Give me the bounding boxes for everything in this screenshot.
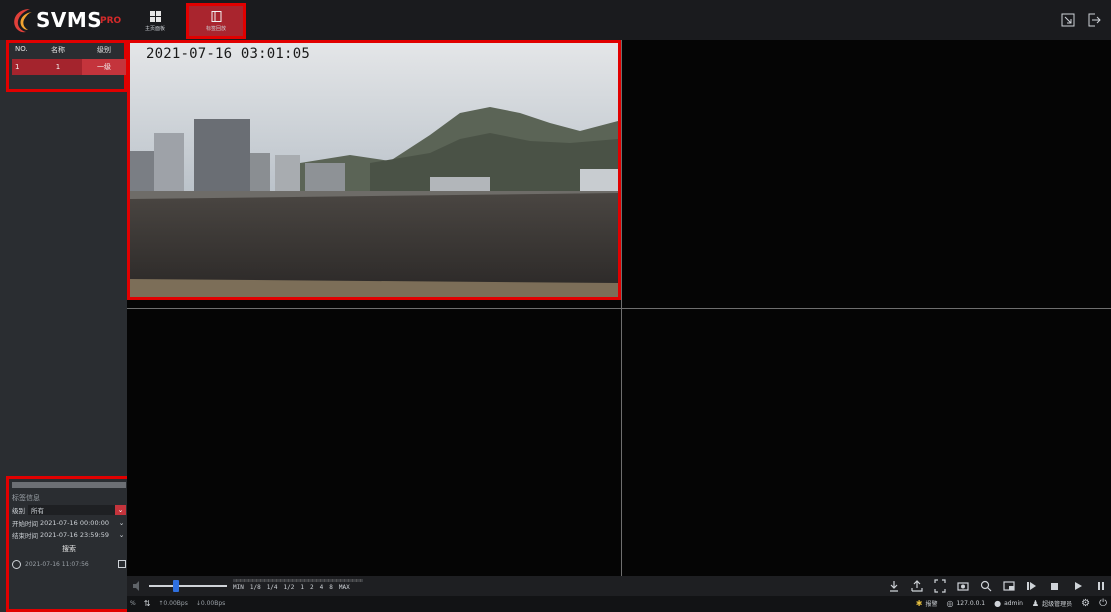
download-rate: ↓0.00Bps xyxy=(195,600,226,607)
status-bar: % ⇅ ↑0.00Bps ↓0.00Bps ✱ 报警 ◎ 127.0.0.1 ●… xyxy=(127,596,1111,612)
filter-title: 标签信息 xyxy=(12,494,40,502)
speed-selector[interactable]: MIN 1/8 1/4 1/2 1 2 4 8 MAX xyxy=(233,579,363,593)
volume-icon[interactable] xyxy=(132,580,144,592)
status-right: ✱ 报警 ◎ 127.0.0.1 ● admin ♟ 超级管理员 ⚙ ⏻ xyxy=(916,598,1107,609)
nav-main-label: 主页面板 xyxy=(144,26,165,32)
user-status: ● admin xyxy=(994,599,1023,608)
role-status: ♟ 超级管理员 xyxy=(1032,599,1072,608)
level-label: 级别 xyxy=(12,507,25,515)
end-time-row: 结束时间 2021-07-16 23:59:59 ⌄ xyxy=(12,530,126,540)
chevron-down-icon[interactable]: ⌄ xyxy=(117,518,126,528)
playback-controls: MIN 1/8 1/4 1/2 1 2 4 8 MAX xyxy=(127,576,1111,596)
chevron-down-icon[interactable]: ⌄ xyxy=(117,530,126,540)
logo-text: SVMS xyxy=(36,8,103,32)
row-name: 1 xyxy=(55,63,61,71)
speed-8[interactable]: 8 xyxy=(329,584,333,591)
chevron-down-icon[interactable]: ⌄ xyxy=(115,505,126,515)
tag-filter-panel: 标签信息 级别 所有 ⌄ 开始时间 2021-07-16 00:00:00 ⌄ … xyxy=(6,476,132,612)
start-time-field[interactable]: 2021-07-16 00:00:00 xyxy=(39,518,117,528)
speed-bar[interactable] xyxy=(233,579,363,582)
settings-gear-icon[interactable]: ⚙ xyxy=(1081,598,1090,609)
stop-icon[interactable] xyxy=(1049,579,1061,593)
logo-swirl-icon xyxy=(14,9,32,33)
step-forward-icon[interactable] xyxy=(1026,579,1038,593)
alarm-icon: ✱ xyxy=(915,599,923,608)
camera-feed-image xyxy=(130,43,618,297)
speed-1-8[interactable]: 1/8 xyxy=(250,584,261,591)
tag-list-header: NO. 名称 级别 xyxy=(12,45,126,59)
search-button[interactable]: 搜索 xyxy=(12,543,126,555)
playback-buttons xyxy=(888,579,1107,593)
video-tile-4[interactable] xyxy=(622,309,1111,576)
role-icon: ♟ xyxy=(1031,599,1040,608)
upload-rate: ↑0.00Bps xyxy=(158,600,188,607)
tag-book-icon xyxy=(211,10,221,22)
pause-icon[interactable] xyxy=(1095,579,1107,593)
server-icon: ◎ xyxy=(946,599,954,608)
user-role: 超级管理员 xyxy=(1042,601,1073,608)
logo-suffix: PRO xyxy=(100,16,122,26)
speed-max[interactable]: MAX xyxy=(339,584,350,591)
logout-icon[interactable] xyxy=(1087,13,1101,27)
nav-tag-playback[interactable]: 标签回放 xyxy=(186,3,246,39)
download-icon[interactable] xyxy=(888,579,900,593)
col-level-header[interactable]: 级别 xyxy=(82,45,126,59)
level-filter-row: 级别 所有 ⌄ xyxy=(12,505,126,515)
video-tile-3[interactable] xyxy=(127,309,621,576)
current-time-row: 2021-07-16 11:07:56 xyxy=(12,558,126,570)
row-no: 1 xyxy=(15,63,20,71)
speed-1-4[interactable]: 1/4 xyxy=(267,584,278,591)
start-time-label: 开始时间 xyxy=(12,520,38,528)
end-time-label: 结束时间 xyxy=(12,532,38,540)
speed-2[interactable]: 2 xyxy=(310,584,314,591)
table-row[interactable]: 1 1 一级 xyxy=(12,59,126,75)
calendar-icon[interactable] xyxy=(118,560,126,568)
window-icon[interactable] xyxy=(1003,579,1015,593)
power-icon[interactable]: ⏻ xyxy=(1099,598,1107,609)
status-percent: % xyxy=(130,600,136,607)
video-tile-2[interactable] xyxy=(622,40,1111,308)
video-timestamp: 2021-07-16 03:01:05 xyxy=(146,46,310,62)
video-grid: 2021-07-16 03:01:05 xyxy=(127,40,1111,576)
current-time: 2021-07-16 11:07:56 xyxy=(25,560,89,568)
alarm-status[interactable]: ✱ 报警 xyxy=(916,599,938,608)
zoom-icon[interactable] xyxy=(980,579,992,593)
alarm-label: 报警 xyxy=(925,601,938,608)
nav-tag-label: 标签回放 xyxy=(205,25,226,32)
fullscreen-icon[interactable] xyxy=(934,579,946,593)
speed-1[interactable]: 1 xyxy=(300,584,304,591)
tag-list: NO. 名称 级别 1 1 一级 xyxy=(6,40,127,92)
speed-1-2[interactable]: 1/2 xyxy=(284,584,295,591)
status-left: % ⇅ ↑0.00Bps ↓0.00Bps xyxy=(130,599,225,608)
window-restore-icon[interactable] xyxy=(1061,13,1075,27)
speed-4[interactable]: 4 xyxy=(320,584,324,591)
user-icon: ● xyxy=(994,599,1002,608)
server-status: ◎ 127.0.0.1 xyxy=(947,599,986,608)
snapshot-icon[interactable] xyxy=(957,579,969,593)
row-level: 一级 xyxy=(82,59,126,75)
server-ip: 127.0.0.1 xyxy=(956,600,986,607)
app-logo: SVMS PRO xyxy=(10,6,135,34)
panel-splitter[interactable] xyxy=(12,482,126,488)
volume-slider[interactable] xyxy=(149,585,227,587)
play-icon[interactable] xyxy=(1072,579,1084,593)
nav-main-panel[interactable]: 主页面板 xyxy=(132,5,178,38)
level-select[interactable]: 所有 xyxy=(28,505,115,515)
speed-min[interactable]: MIN xyxy=(233,584,244,591)
end-time-field[interactable]: 2021-07-16 23:59:59 xyxy=(39,530,117,540)
grid-icon xyxy=(149,11,161,22)
volume-slider-thumb[interactable] xyxy=(173,580,179,592)
speed-labels: MIN 1/8 1/4 1/2 1 2 4 8 MAX xyxy=(233,584,350,591)
export-icon[interactable] xyxy=(911,579,923,593)
top-bar: SVMS PRO 主页面板 标签回放 xyxy=(0,0,1111,40)
col-name-header[interactable]: 名称 xyxy=(34,45,82,59)
clock-icon xyxy=(12,559,21,569)
network-icon: ⇅ xyxy=(143,599,151,608)
user-name: admin xyxy=(1004,600,1023,607)
video-tile-1[interactable]: 2021-07-16 03:01:05 xyxy=(127,40,621,300)
start-time-row: 开始时间 2021-07-16 00:00:00 ⌄ xyxy=(12,518,126,528)
col-no-header[interactable]: NO. xyxy=(12,45,34,59)
